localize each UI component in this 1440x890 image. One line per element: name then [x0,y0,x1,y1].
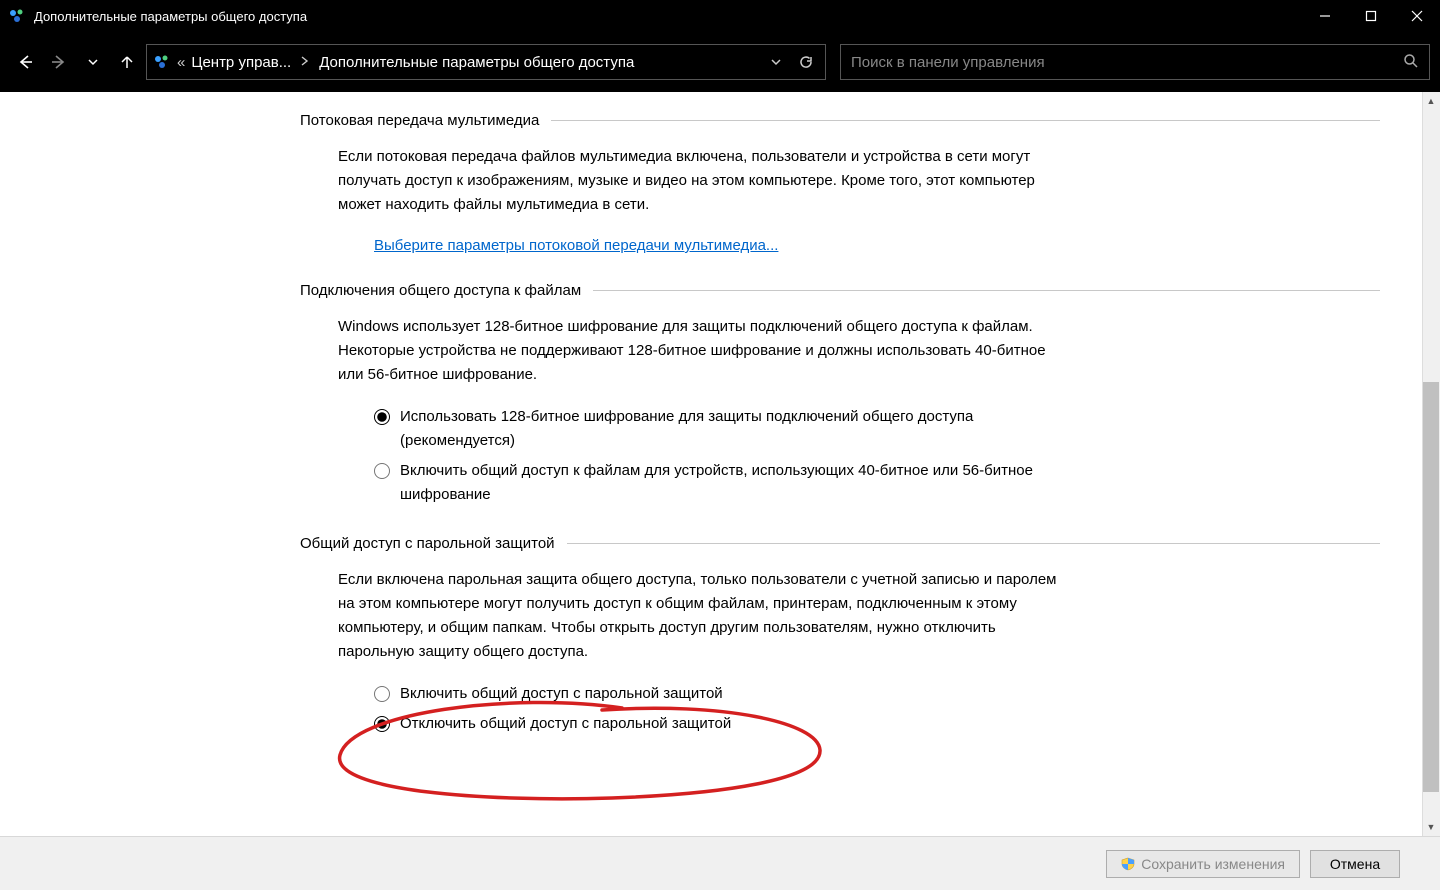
search-icon[interactable] [1403,53,1419,72]
save-changes-button[interactable]: Сохранить изменения [1106,850,1300,878]
section-divider [567,543,1380,544]
button-label: Сохранить изменения [1141,856,1285,872]
radio-input-40-56bit[interactable] [374,463,390,479]
media-description: Если потоковая передача файлов мультимед… [338,145,1060,217]
radio-input-128bit[interactable] [374,409,390,425]
password-description: Если включена парольная защита общего до… [338,568,1060,664]
radio-enable-password-sharing[interactable]: Включить общий доступ с парольной защито… [374,682,1060,706]
chevron-right-icon[interactable] [297,56,313,69]
section-divider [551,120,1380,121]
radio-label: Отключить общий доступ с парольной защит… [400,712,731,736]
window-maximize-button[interactable] [1348,0,1394,32]
radio-label: Использовать 128-битное шифрование для з… [400,405,1060,453]
radio-input-enable-password[interactable] [374,686,390,702]
breadcrumb-item-control-center[interactable]: Центр управ... [191,54,291,71]
app-icon [8,7,26,25]
search-input[interactable] [851,54,1403,71]
scrollbar-down-arrow-icon[interactable]: ▼ [1422,818,1440,836]
breadcrumb-app-icon [153,53,171,71]
radio-label: Включить общий доступ к файлам для устро… [400,459,1060,507]
window-minimize-button[interactable] [1302,0,1348,32]
content-pane: Потоковая передача мультимедиа Если пото… [0,92,1440,836]
cancel-button[interactable]: Отмена [1310,850,1400,878]
radio-encryption-128bit[interactable]: Использовать 128-битное шифрование для з… [374,405,1060,453]
nav-recent-dropdown[interactable] [78,47,108,77]
dialog-footer: Сохранить изменения Отмена [0,836,1440,890]
scrollbar-up-arrow-icon[interactable]: ▲ [1422,92,1440,110]
breadcrumb-dropdown-button[interactable] [765,47,787,77]
nav-back-button[interactable] [10,47,40,77]
window-title: Дополнительные параметры общего доступа [34,9,307,24]
nav-forward-button[interactable] [44,47,74,77]
file-conn-description: Windows использует 128-битное шифрование… [338,315,1060,387]
section-file-connections: Подключения общего доступа к файлам Wind… [300,282,1380,507]
section-title-media: Потоковая передача мультимедиа [300,112,539,129]
uac-shield-icon [1121,857,1135,871]
radio-encryption-40-56bit[interactable]: Включить общий доступ к файлам для устро… [374,459,1060,507]
window-titlebar: Дополнительные параметры общего доступа [0,0,1440,32]
media-streaming-settings-link[interactable]: Выберите параметры потоковой передачи му… [338,225,1060,254]
address-breadcrumb[interactable]: « Центр управ... Дополнительные параметр… [146,44,826,80]
navigation-bar: « Центр управ... Дополнительные параметр… [0,32,1440,92]
section-media-streaming: Потоковая передача мультимедиа Если пото… [300,112,1380,254]
section-title-file-conn: Подключения общего доступа к файлам [300,282,581,299]
button-label: Отмена [1330,856,1380,872]
window-close-button[interactable] [1394,0,1440,32]
section-divider [593,290,1380,291]
radio-label: Включить общий доступ с парольной защито… [400,682,723,706]
section-password-sharing: Общий доступ с парольной защитой Если вк… [300,535,1380,736]
vertical-scrollbar[interactable]: ▲ ▼ [1422,92,1440,836]
breadcrumb-item-advanced-sharing[interactable]: Дополнительные параметры общего доступа [319,54,634,71]
section-title-password: Общий доступ с парольной защитой [300,535,555,552]
radio-input-disable-password[interactable] [374,716,390,732]
breadcrumb-overflow-indicator[interactable]: « [177,54,185,71]
nav-up-button[interactable] [112,47,142,77]
scrollbar-thumb[interactable] [1423,382,1439,792]
search-box[interactable] [840,44,1430,80]
refresh-button[interactable] [793,47,819,77]
radio-disable-password-sharing[interactable]: Отключить общий доступ с парольной защит… [374,712,1060,736]
